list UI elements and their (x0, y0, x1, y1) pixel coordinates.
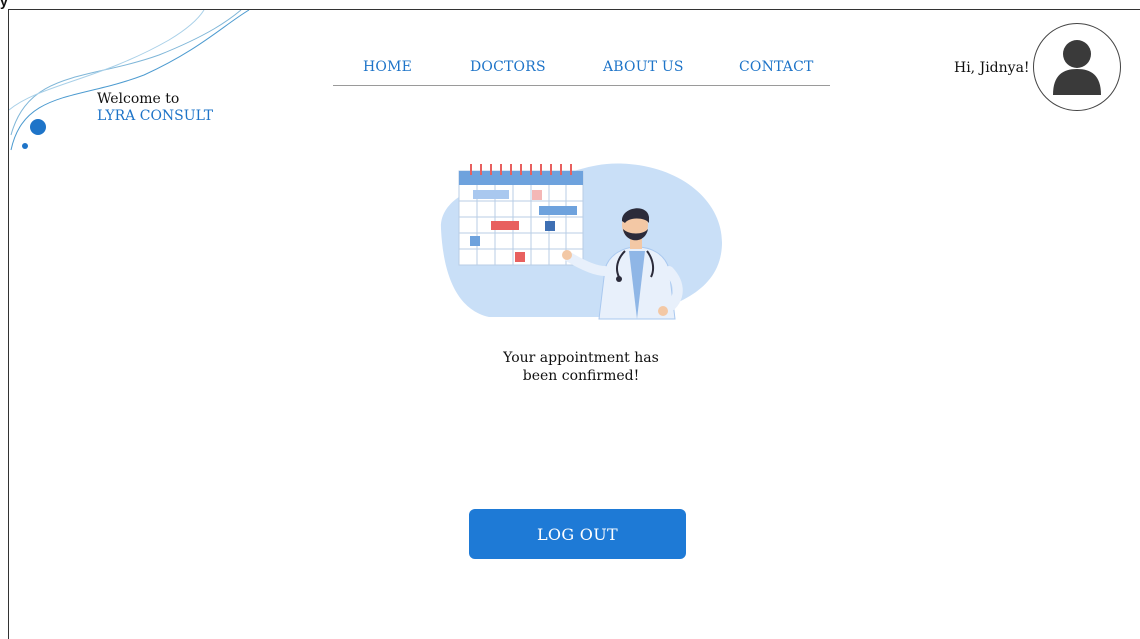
user-avatar[interactable] (1033, 23, 1121, 111)
confirmation-line-2: been confirmed! (522, 368, 640, 384)
user-greeting: Hi, Jidnya! (954, 60, 1030, 76)
decor-dot-small (22, 143, 28, 149)
welcome-text: Welcome to (97, 91, 180, 107)
logout-button[interactable]: LOG OUT (469, 509, 686, 559)
app-frame: Welcome to LYRA CONSULT HOME DOCTORS ABO… (8, 9, 1140, 639)
brand-name[interactable]: LYRA CONSULT (97, 108, 213, 125)
nav-home[interactable]: HOME (363, 59, 412, 75)
main-navigation: HOME DOCTORS ABOUT US CONTACT (333, 59, 830, 86)
user-icon (1053, 40, 1101, 95)
nav-doctors[interactable]: DOCTORS (470, 59, 546, 75)
welcome-block: Welcome to LYRA CONSULT (97, 91, 213, 125)
window-top-bar: y (0, 0, 1140, 9)
window-title-fragment: y (0, 0, 8, 9)
decor-dot-large (30, 119, 46, 135)
nav-contact[interactable]: CONTACT (739, 59, 814, 75)
nav-about-us[interactable]: ABOUT US (603, 59, 684, 75)
confirmation-line-1: Your appointment has (503, 350, 659, 366)
doctor-calendar-illustration (440, 163, 723, 320)
decorative-swirl (9, 10, 250, 151)
confirmation-message: Your appointment has been confirmed! (481, 349, 681, 385)
